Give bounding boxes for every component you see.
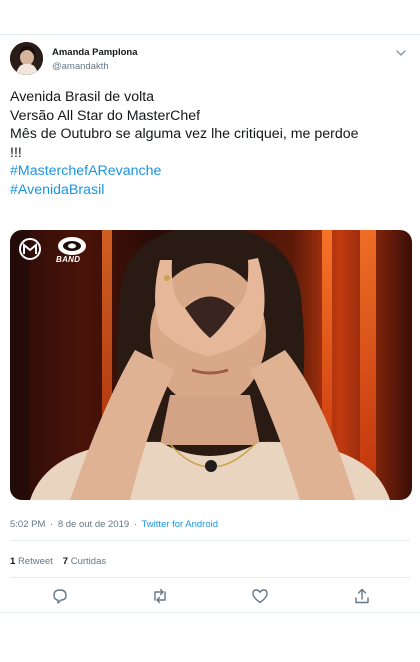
retweet-icon[interactable] <box>151 587 169 605</box>
photo-woman-heart-hands <box>10 230 390 500</box>
author-display-name[interactable]: Amanda Pamplona <box>52 47 138 58</box>
tweet-source-link[interactable]: Twitter for Android <box>141 519 218 530</box>
share-icon[interactable] <box>353 587 371 605</box>
avatar-photo <box>10 42 43 75</box>
tweet-media-photo[interactable]: BAND <box>10 230 412 500</box>
likes-label: Curtidas <box>70 556 107 567</box>
top-divider <box>0 34 420 35</box>
tweet-line: Avenida Brasil de volta <box>10 89 155 105</box>
bottom-divider <box>0 612 420 613</box>
hashtag-link[interactable]: #AvenidaBrasil <box>10 181 415 200</box>
tweet-metadata: 5:02 PM · 8 de out de 2019 · Twitter for… <box>10 519 218 530</box>
tweet-stats: 1 Retweet 7 Curtidas <box>10 556 106 567</box>
tweet-text: Avenida Brasil de volta Versão All Star … <box>10 88 415 200</box>
tweet-header: Amanda Pamplona @amandakth <box>10 42 410 82</box>
retweets-label: Retweet <box>17 556 53 567</box>
hashtag-link[interactable]: #MasterchefARevanche <box>10 162 415 181</box>
meta-separator: · <box>133 519 137 530</box>
retweets-count: 1 <box>10 556 16 567</box>
tweet-line: Versão All Star do MasterChef <box>10 107 201 124</box>
avatar[interactable] <box>10 42 43 75</box>
like-icon[interactable] <box>251 587 269 605</box>
tweet-line: Mês de Outubro se alguma vez lhe critiqu… <box>10 126 359 143</box>
stats-bottom-divider <box>10 577 410 578</box>
tweet-action-bar <box>10 583 410 609</box>
likes-stat[interactable]: 7 Curtidas <box>63 556 106 567</box>
masterchef-logo-icon <box>19 238 41 260</box>
band-logo-text: BAND <box>56 255 81 264</box>
author-handle[interactable]: @amandakth <box>52 61 109 72</box>
meta-separator: · <box>50 519 54 530</box>
retweets-stat[interactable]: 1 Retweet <box>10 556 53 567</box>
chevron-down-icon[interactable] <box>394 46 408 60</box>
reply-icon[interactable] <box>51 587 69 605</box>
likes-count: 7 <box>62 556 69 567</box>
stats-top-divider <box>10 540 410 541</box>
tweet-date[interactable]: 8 de out de 2019 <box>58 519 129 530</box>
tweet-time[interactable]: 5:02 PM <box>10 519 45 530</box>
tweet-line: !!! <box>10 144 22 161</box>
